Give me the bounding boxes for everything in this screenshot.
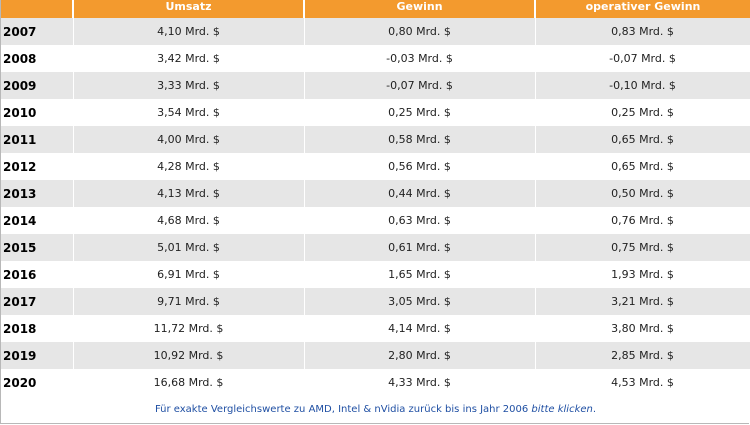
umsatz-cell: 16,68 Mrd. $ xyxy=(73,369,305,396)
year-cell: 2011 xyxy=(1,126,74,153)
table-row: 2020 16,68 Mrd. $ 4,33 Mrd. $ 4,53 Mrd. … xyxy=(1,369,750,396)
umsatz-cell: 6,91 Mrd. $ xyxy=(73,261,305,288)
umsatz-cell: 4,28 Mrd. $ xyxy=(73,153,305,180)
table-row: 2007 4,10 Mrd. $ 0,80 Mrd. $ 0,83 Mrd. $ xyxy=(1,18,750,45)
year-cell: 2008 xyxy=(1,45,74,72)
umsatz-cell: 4,00 Mrd. $ xyxy=(73,126,305,153)
comparison-footer-note: Für exakte Vergleichswerte zu AMD, Intel… xyxy=(1,404,750,415)
umsatz-cell: 3,54 Mrd. $ xyxy=(73,99,305,126)
header-gewinn: Gewinn xyxy=(304,0,536,18)
operativer-gewinn-cell: -0,07 Mrd. $ xyxy=(535,45,750,72)
operativer-gewinn-cell: 0,65 Mrd. $ xyxy=(535,153,750,180)
operativer-gewinn-cell: 0,50 Mrd. $ xyxy=(535,180,750,207)
year-cell: 2013 xyxy=(1,180,74,207)
gewinn-cell: 0,63 Mrd. $ xyxy=(304,207,536,234)
year-cell: 2019 xyxy=(1,342,74,369)
table-row: 2010 3,54 Mrd. $ 0,25 Mrd. $ 0,25 Mrd. $ xyxy=(1,99,750,126)
operativer-gewinn-cell: -0,10 Mrd. $ xyxy=(535,72,750,99)
table-row: 2009 3,33 Mrd. $ -0,07 Mrd. $ -0,10 Mrd.… xyxy=(1,72,750,99)
gewinn-cell: 1,65 Mrd. $ xyxy=(304,261,536,288)
table-row: 2016 6,91 Mrd. $ 1,65 Mrd. $ 1,93 Mrd. $ xyxy=(1,261,750,288)
click-here-link[interactable]: bitte klicken xyxy=(531,404,592,415)
operativer-gewinn-cell: 1,93 Mrd. $ xyxy=(535,261,750,288)
year-cell: 2009 xyxy=(1,72,74,99)
operativer-gewinn-cell: 0,76 Mrd. $ xyxy=(535,207,750,234)
gewinn-cell: 0,58 Mrd. $ xyxy=(304,126,536,153)
operativer-gewinn-cell: 0,25 Mrd. $ xyxy=(535,99,750,126)
gewinn-cell: 0,56 Mrd. $ xyxy=(304,153,536,180)
year-cell: 2018 xyxy=(1,315,74,342)
table-row: 2011 4,00 Mrd. $ 0,58 Mrd. $ 0,65 Mrd. $ xyxy=(1,126,750,153)
table-row: 2013 4,13 Mrd. $ 0,44 Mrd. $ 0,50 Mrd. $ xyxy=(1,180,750,207)
gewinn-cell: 4,33 Mrd. $ xyxy=(304,369,536,396)
gewinn-cell: 0,61 Mrd. $ xyxy=(304,234,536,261)
year-cell: 2020 xyxy=(1,369,74,396)
gewinn-cell: -0,07 Mrd. $ xyxy=(304,72,536,99)
footer-text: Für exakte Vergleichswerte zu AMD, Intel… xyxy=(154,404,532,415)
umsatz-cell: 4,68 Mrd. $ xyxy=(73,207,305,234)
financial-table: Umsatz Gewinn operativer Gewinn 2007 4,1… xyxy=(1,0,750,396)
gewinn-cell: 4,14 Mrd. $ xyxy=(304,315,536,342)
header-year xyxy=(1,0,74,18)
table-row: 2019 10,92 Mrd. $ 2,80 Mrd. $ 2,85 Mrd. … xyxy=(1,342,750,369)
operativer-gewinn-cell: 4,53 Mrd. $ xyxy=(535,369,750,396)
operativer-gewinn-cell: 3,21 Mrd. $ xyxy=(535,288,750,315)
gewinn-cell: 3,05 Mrd. $ xyxy=(304,288,536,315)
gewinn-cell: -0,03 Mrd. $ xyxy=(304,45,536,72)
operativer-gewinn-cell: 0,83 Mrd. $ xyxy=(535,18,750,45)
operativer-gewinn-cell: 0,65 Mrd. $ xyxy=(535,126,750,153)
year-cell: 2007 xyxy=(1,18,74,45)
table-row: 2017 9,71 Mrd. $ 3,05 Mrd. $ 3,21 Mrd. $ xyxy=(1,288,750,315)
financial-table-container: Umsatz Gewinn operativer Gewinn 2007 4,1… xyxy=(0,0,750,424)
table-row: 2008 3,42 Mrd. $ -0,03 Mrd. $ -0,07 Mrd.… xyxy=(1,45,750,72)
year-cell: 2012 xyxy=(1,153,74,180)
umsatz-cell: 4,10 Mrd. $ xyxy=(73,18,305,45)
table-row: 2018 11,72 Mrd. $ 4,14 Mrd. $ 3,80 Mrd. … xyxy=(1,315,750,342)
gewinn-cell: 0,44 Mrd. $ xyxy=(304,180,536,207)
gewinn-cell: 0,80 Mrd. $ xyxy=(304,18,536,45)
umsatz-cell: 5,01 Mrd. $ xyxy=(73,234,305,261)
umsatz-cell: 9,71 Mrd. $ xyxy=(73,288,305,315)
gewinn-cell: 0,25 Mrd. $ xyxy=(304,99,536,126)
operativer-gewinn-cell: 0,75 Mrd. $ xyxy=(535,234,750,261)
umsatz-cell: 4,13 Mrd. $ xyxy=(73,180,305,207)
table-row: 2015 5,01 Mrd. $ 0,61 Mrd. $ 0,75 Mrd. $ xyxy=(1,234,750,261)
year-cell: 2017 xyxy=(1,288,74,315)
table-row: 2014 4,68 Mrd. $ 0,63 Mrd. $ 0,76 Mrd. $ xyxy=(1,207,750,234)
umsatz-cell: 3,42 Mrd. $ xyxy=(73,45,305,72)
header-operativer-gewinn: operativer Gewinn xyxy=(535,0,750,18)
table-header-row: Umsatz Gewinn operativer Gewinn xyxy=(1,0,750,18)
table-row: 2012 4,28 Mrd. $ 0,56 Mrd. $ 0,65 Mrd. $ xyxy=(1,153,750,180)
operativer-gewinn-cell: 3,80 Mrd. $ xyxy=(535,315,750,342)
footer-suffix: . xyxy=(592,404,597,415)
year-cell: 2015 xyxy=(1,234,74,261)
operativer-gewinn-cell: 2,85 Mrd. $ xyxy=(535,342,750,369)
year-cell: 2016 xyxy=(1,261,74,288)
umsatz-cell: 10,92 Mrd. $ xyxy=(73,342,305,369)
year-cell: 2014 xyxy=(1,207,74,234)
gewinn-cell: 2,80 Mrd. $ xyxy=(304,342,536,369)
umsatz-cell: 11,72 Mrd. $ xyxy=(73,315,305,342)
year-cell: 2010 xyxy=(1,99,74,126)
umsatz-cell: 3,33 Mrd. $ xyxy=(73,72,305,99)
header-umsatz: Umsatz xyxy=(73,0,305,18)
